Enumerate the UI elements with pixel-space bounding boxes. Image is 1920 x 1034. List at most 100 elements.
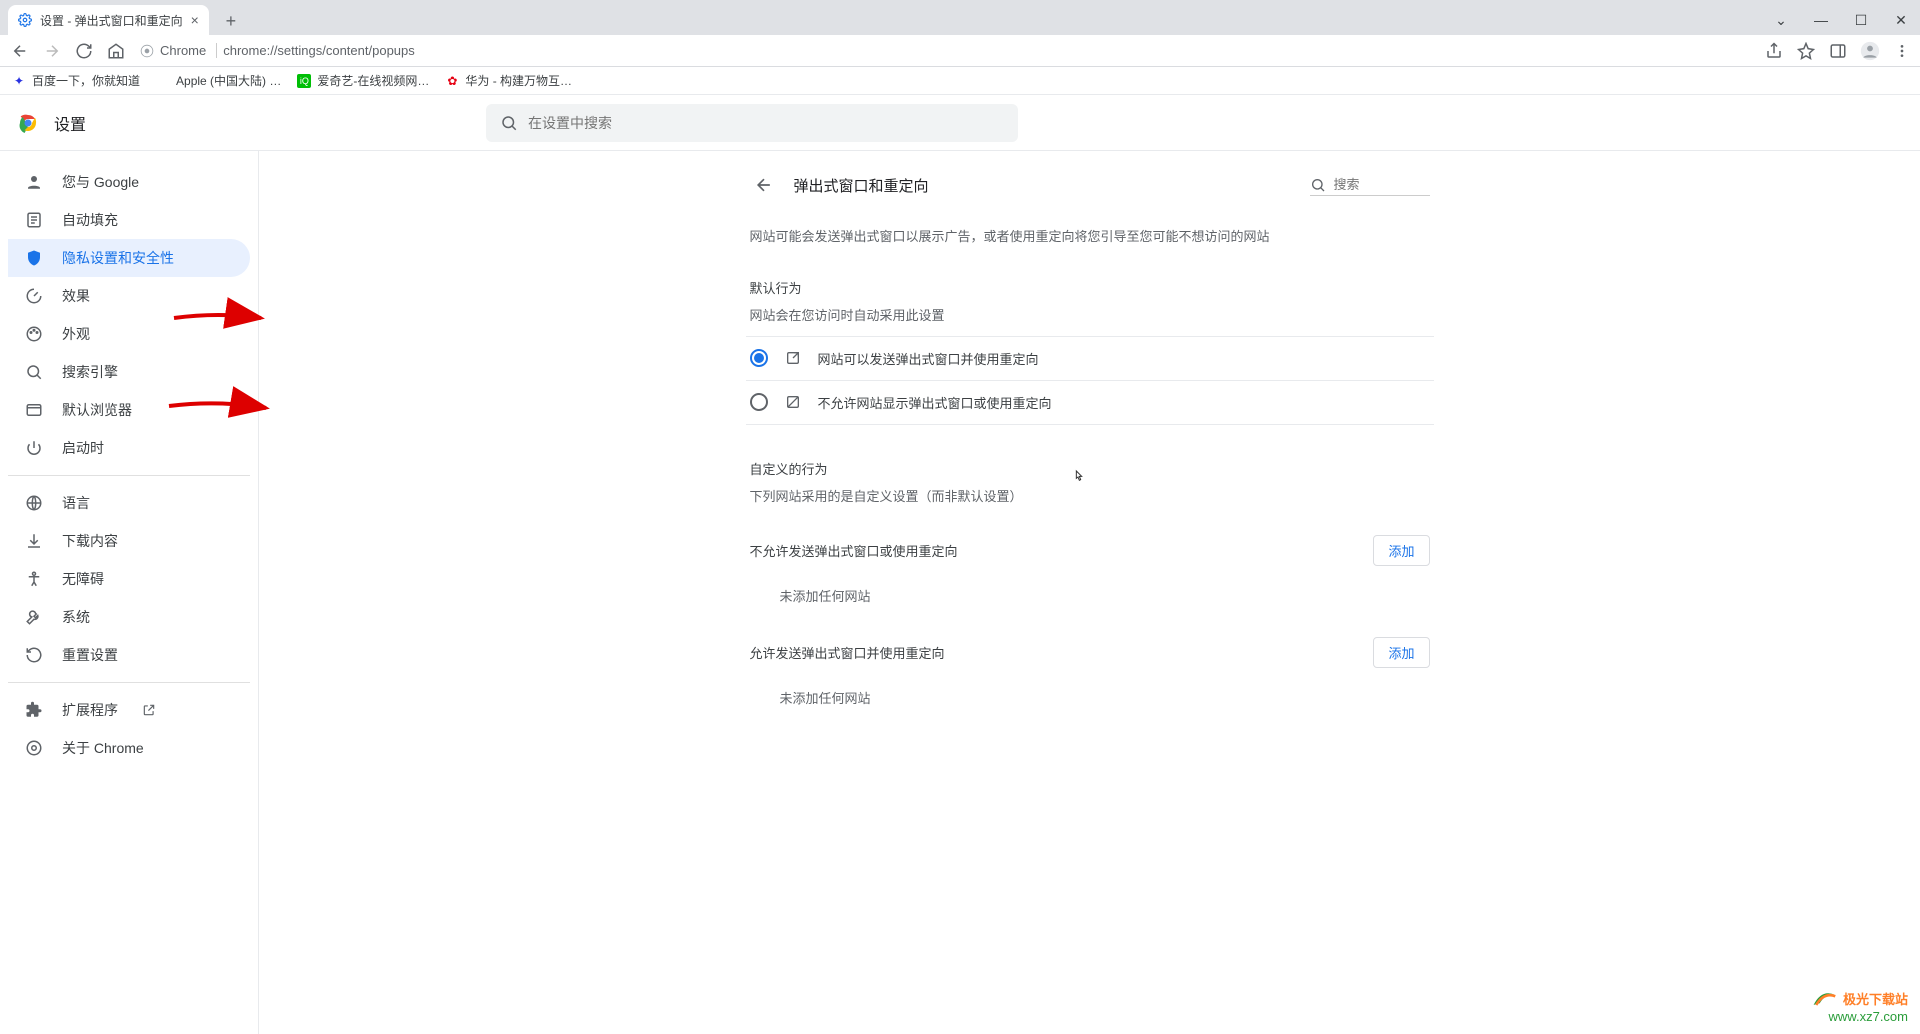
huawei-icon: ✿ [445, 74, 459, 88]
chevron-down-icon[interactable]: ⌄ [1762, 5, 1800, 35]
sidebar-item-languages[interactable]: 语言 [8, 484, 250, 522]
speed-icon [24, 286, 44, 306]
settings-search[interactable] [486, 104, 1018, 142]
address-bar[interactable]: Chrome chrome://settings/content/popups [140, 43, 415, 58]
bookmark-item[interactable]: iQ爱奇艺-在线视频网… [297, 72, 429, 89]
separator [8, 475, 250, 476]
person-icon [24, 172, 44, 192]
sidebar-item-accessibility[interactable]: 无障碍 [8, 560, 250, 598]
toolbar: Chrome chrome://settings/content/popups [0, 35, 1920, 67]
separator [8, 682, 250, 683]
bookmark-item[interactable]: ✦百度一下，你就知道 [12, 72, 140, 89]
extension-icon [24, 700, 44, 720]
sidebar-item-system[interactable]: 系统 [8, 598, 250, 636]
bookmark-item[interactable]: Apple (中国大陆) … [156, 72, 281, 89]
iqiyi-icon: iQ [297, 74, 311, 88]
sidebar-item-you-and-google[interactable]: 您与 Google [8, 163, 250, 201]
new-tab-button[interactable]: + [217, 7, 245, 35]
palette-icon [24, 324, 44, 344]
minimize-icon[interactable]: — [1802, 5, 1840, 35]
home-icon[interactable] [104, 39, 128, 63]
content-search-input[interactable] [1334, 177, 1424, 192]
sidebar-item-privacy[interactable]: 隐私设置和安全性 [8, 239, 250, 277]
popup-block-icon [784, 393, 802, 411]
back-icon[interactable] [8, 39, 32, 63]
content-title: 弹出式窗口和重定向 [794, 175, 1294, 196]
reload-icon[interactable] [72, 39, 96, 63]
maximize-icon[interactable]: ☐ [1842, 5, 1880, 35]
menu-icon[interactable] [1892, 41, 1912, 61]
close-tab-icon[interactable]: × [191, 12, 199, 28]
watermark-logo-icon [1811, 987, 1837, 1009]
allow-list-empty: 未添加任何网站 [746, 674, 1434, 721]
url-scheme: Chrome [160, 43, 206, 58]
download-icon [24, 531, 44, 551]
search-icon [500, 114, 518, 132]
globe-icon [24, 493, 44, 513]
chrome-logo-icon [16, 111, 40, 135]
option-allow-row[interactable]: 网站可以发送弹出式窗口并使用重定向 [746, 336, 1434, 380]
content-description: 网站可能会发送弹出式窗口以展示广告，或者使用重定向将您引导至您可能不想访问的网站 [746, 215, 1434, 268]
titlebar: 设置 - 弹出式窗口和重定向 × + ⌄ — ☐ ✕ [0, 0, 1920, 35]
radio-allow[interactable] [750, 349, 768, 367]
custom-behavior-sub: 下列网站采用的是自定义设置（而非默认设置） [746, 482, 1434, 517]
sidebar-item-downloads[interactable]: 下载内容 [8, 522, 250, 560]
settings-search-input[interactable] [528, 115, 1004, 131]
star-icon[interactable] [1796, 41, 1816, 61]
search-icon [24, 362, 44, 382]
restore-icon [24, 645, 44, 665]
tab-title: 设置 - 弹出式窗口和重定向 [40, 12, 183, 29]
sidebar-item-search-engine[interactable]: 搜索引擎 [8, 353, 250, 391]
share-icon[interactable] [1764, 41, 1784, 61]
add-block-site-button[interactable]: 添加 [1373, 535, 1429, 566]
sidepanel-icon[interactable] [1828, 41, 1848, 61]
baidu-icon: ✦ [12, 74, 26, 88]
browser-icon [24, 400, 44, 420]
sidebar-item-appearance[interactable]: 外观 [8, 315, 250, 353]
sidebar-item-default-browser[interactable]: 默认浏览器 [8, 391, 250, 429]
apple-icon [156, 74, 170, 88]
shield-icon [24, 248, 44, 268]
content-area: 弹出式窗口和重定向 网站可能会发送弹出式窗口以展示广告，或者使用重定向将您引导至… [258, 151, 1920, 1034]
sidebar-item-about[interactable]: 关于 Chrome [8, 729, 250, 767]
content-back-button[interactable] [750, 171, 778, 199]
forward-icon[interactable] [40, 39, 64, 63]
wrench-icon [24, 607, 44, 627]
sidebar-item-extensions[interactable]: 扩展程序 [8, 691, 250, 729]
block-list-header: 不允许发送弹出式窗口或使用重定向 添加 [746, 517, 1434, 572]
profile-icon[interactable] [1860, 41, 1880, 61]
search-icon [1310, 177, 1326, 193]
external-link-icon [142, 703, 156, 717]
sidebar-item-autofill[interactable]: 自动填充 [8, 201, 250, 239]
chrome-small-icon [24, 738, 44, 758]
sidebar-item-startup[interactable]: 启动时 [8, 429, 250, 467]
option-allow-label: 网站可以发送弹出式窗口并使用重定向 [818, 349, 1039, 368]
allow-list-header: 允许发送弹出式窗口并使用重定向 添加 [746, 619, 1434, 674]
settings-icon [18, 13, 32, 27]
sidebar-item-reset[interactable]: 重置设置 [8, 636, 250, 674]
radio-block[interactable] [750, 393, 768, 411]
content-search[interactable] [1310, 175, 1430, 196]
watermark: 极光下载站 www.xz7.com [1811, 987, 1908, 1024]
app-header: 设置 [0, 95, 1920, 151]
popup-icon [784, 349, 802, 367]
custom-behavior-title: 自定义的行为 [746, 449, 1434, 482]
chrome-icon [140, 44, 154, 58]
window-controls: ⌄ — ☐ ✕ [1762, 5, 1920, 35]
bookmarks-bar: ✦百度一下，你就知道 Apple (中国大陆) … iQ爱奇艺-在线视频网… ✿… [0, 67, 1920, 95]
accessibility-icon [24, 569, 44, 589]
sidebar-item-performance[interactable]: 效果 [8, 277, 250, 315]
bookmark-item[interactable]: ✿华为 - 构建万物互… [445, 72, 572, 89]
settings-content: 弹出式窗口和重定向 网站可能会发送弹出式窗口以展示广告，或者使用重定向将您引导至… [746, 151, 1434, 1034]
default-behavior-title: 默认行为 [746, 268, 1434, 301]
option-block-label: 不允许网站显示弹出式窗口或使用重定向 [818, 393, 1052, 412]
add-allow-site-button[interactable]: 添加 [1373, 637, 1429, 668]
close-window-icon[interactable]: ✕ [1882, 5, 1920, 35]
settings-title: 设置 [54, 111, 86, 135]
option-block-row[interactable]: 不允许网站显示弹出式窗口或使用重定向 [746, 380, 1434, 425]
sidebar: 您与 Google 自动填充 隐私设置和安全性 效果 外观 搜索引擎 默认浏览器… [0, 151, 258, 1034]
browser-tab[interactable]: 设置 - 弹出式窗口和重定向 × [8, 5, 209, 35]
autofill-icon [24, 210, 44, 230]
main: 您与 Google 自动填充 隐私设置和安全性 效果 外观 搜索引擎 默认浏览器… [0, 151, 1920, 1034]
default-behavior-sub: 网站会在您访问时自动采用此设置 [746, 301, 1434, 336]
